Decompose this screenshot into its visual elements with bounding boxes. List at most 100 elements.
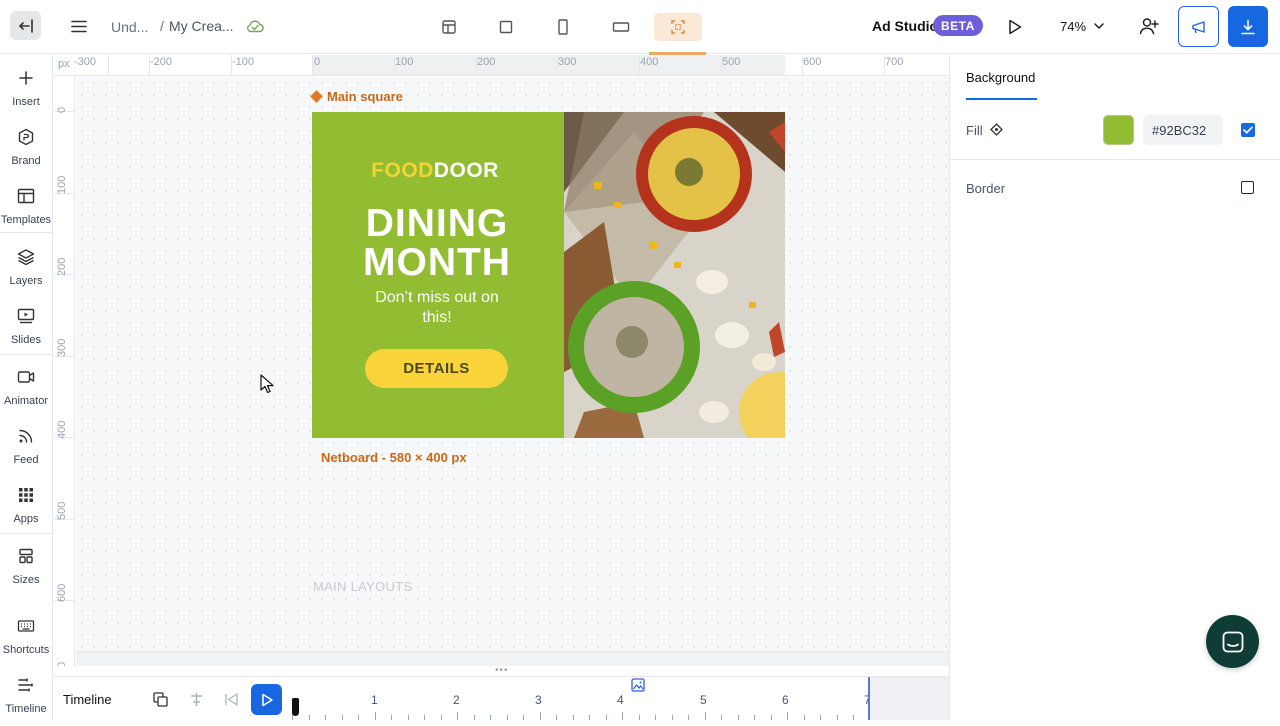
format-layout-button[interactable] [425,13,473,41]
timeline-playhead[interactable] [868,677,870,720]
border-enabled-checkbox[interactable] [1241,181,1254,194]
layout-name-label[interactable]: Main square [310,89,403,104]
sidebar-item-label: Feed [13,454,39,466]
sidebar-item-sizes[interactable]: Sizes [0,545,52,597]
plus-icon [19,71,33,85]
copy-icon [152,691,168,707]
align-keyframes-button[interactable] [187,690,205,708]
timeline-tick [374,712,376,720]
sidebar-item-layers[interactable]: Layers [0,246,52,298]
timeline-tick [704,712,706,720]
sidebar-item-label: Shortcuts [2,644,50,656]
publish-button[interactable] [1178,6,1219,47]
timeline-track[interactable]: 1 2 3 4 5 6 7 [292,677,949,720]
breadcrumb-folder[interactable]: Und... [111,19,148,35]
timeline-marker: 1 [371,693,378,707]
ruler-label: 600 [56,583,68,602]
rewind-button[interactable] [222,690,240,708]
ruler-label: -100 [232,56,255,68]
timeline-tick [853,715,854,720]
keyboard-icon [17,620,35,632]
ruler-label: 200 [477,56,496,68]
duplicate-button[interactable] [151,690,169,708]
ruler-label: 500 [722,56,741,68]
sidebar-item-feed[interactable]: Feed [0,425,52,477]
timeline-tick [605,715,607,720]
ruler-label: 100 [395,56,414,68]
timeline-tick [308,715,310,720]
timeline-tick [523,715,524,720]
feed-icon [19,429,33,443]
timeline-tick [539,712,541,720]
timeline-tick [688,715,689,720]
timeline-play-button[interactable] [251,684,282,715]
timeline-start-marker[interactable] [292,698,299,716]
ad-studio-label[interactable]: Ad Studio [872,18,938,34]
timeline-tick [655,715,656,720]
dynamic-property-icon[interactable] [989,122,1004,137]
download-button[interactable] [1228,6,1268,47]
main-menu-button[interactable] [68,15,90,37]
sidebar-divider [0,533,52,534]
apps-grid-icon [19,488,33,502]
creative-background[interactable]: FOODDOOR DINING MONTH Don’t miss out on … [312,112,564,438]
timeline-tick [424,715,425,720]
timeline-marker: 4 [617,693,624,707]
headline-line-1[interactable]: DINING [312,202,562,246]
timeline-tick [556,715,557,720]
cloud-saved-icon [245,16,265,36]
fill-enabled-checkbox[interactable] [1241,123,1255,137]
timeline-tick [803,715,805,720]
sidebar-item-shortcuts[interactable]: Shortcuts [0,615,52,667]
timeline-tick [572,715,574,720]
timeline-marker: 5 [700,693,707,707]
hamburger-icon [71,20,87,32]
artboard-size-caption[interactable]: Netboard - 580 × 400 px [321,450,467,465]
format-fit-screen-button[interactable] [654,13,702,41]
cta-details-button[interactable]: DETAILS [365,349,508,388]
image-keyframe-icon[interactable] [630,677,646,693]
timeline-tick [473,715,475,720]
back-button[interactable] [10,11,41,40]
ruler-label: 200 [56,257,68,276]
support-chat-button[interactable] [1206,615,1259,668]
format-portrait-button[interactable] [539,13,587,41]
sidebar-item-apps[interactable]: Apps [0,484,52,536]
sidebar-item-insert[interactable]: Insert [0,67,52,119]
slides-icon [17,308,35,324]
headline-line-2[interactable]: MONTH [312,241,562,285]
tab-background[interactable]: Background [966,70,1035,85]
subheadline-text[interactable]: Don’t miss out on this! [367,288,507,328]
chevron-down-icon[interactable] [1092,19,1106,33]
preview-play-button[interactable] [1003,15,1027,39]
ruler-label: 400 [56,420,68,439]
breadcrumb-creative-name[interactable]: My Crea... [169,18,234,34]
portrait-icon [558,19,568,35]
format-square-button[interactable] [482,13,530,41]
sidebar-item-templates[interactable]: Templates [0,185,52,237]
timeline-tick [638,715,640,720]
creative-artboard[interactable]: FOODDOOR DINING MONTH Don’t miss out on … [312,112,785,438]
download-icon [1241,19,1255,34]
format-landscape-button[interactable] [597,13,645,41]
sidebar-item-timeline[interactable]: Timeline [0,674,52,726]
drag-handle-icon[interactable]: ••• [495,665,509,676]
timeline-tick [325,715,326,720]
section-label: MAIN LAYOUTS [313,579,413,594]
sidebar-item-brand[interactable]: Brand [0,126,52,178]
timeline-resize-splitter[interactable] [76,651,949,666]
share-add-user-button[interactable] [1137,14,1161,38]
food-photo-image[interactable] [564,112,785,438]
logo-text-food: FOOD [371,159,434,182]
fill-color-swatch[interactable] [1103,115,1134,145]
sidebar-item-label: Sizes [12,574,40,586]
fill-hex-input[interactable]: #92BC32 [1143,115,1223,145]
ruler-label: 300 [56,338,68,357]
align-icon [190,692,202,706]
brand-logo[interactable]: FOODDOOR [312,159,558,183]
sidebar-item-slides[interactable]: Slides [0,305,52,357]
timeline-marker: 3 [535,693,542,707]
zoom-level[interactable]: 74% [1060,19,1086,34]
layout-icon [442,20,456,34]
sidebar-item-animator[interactable]: Animator [0,366,52,418]
